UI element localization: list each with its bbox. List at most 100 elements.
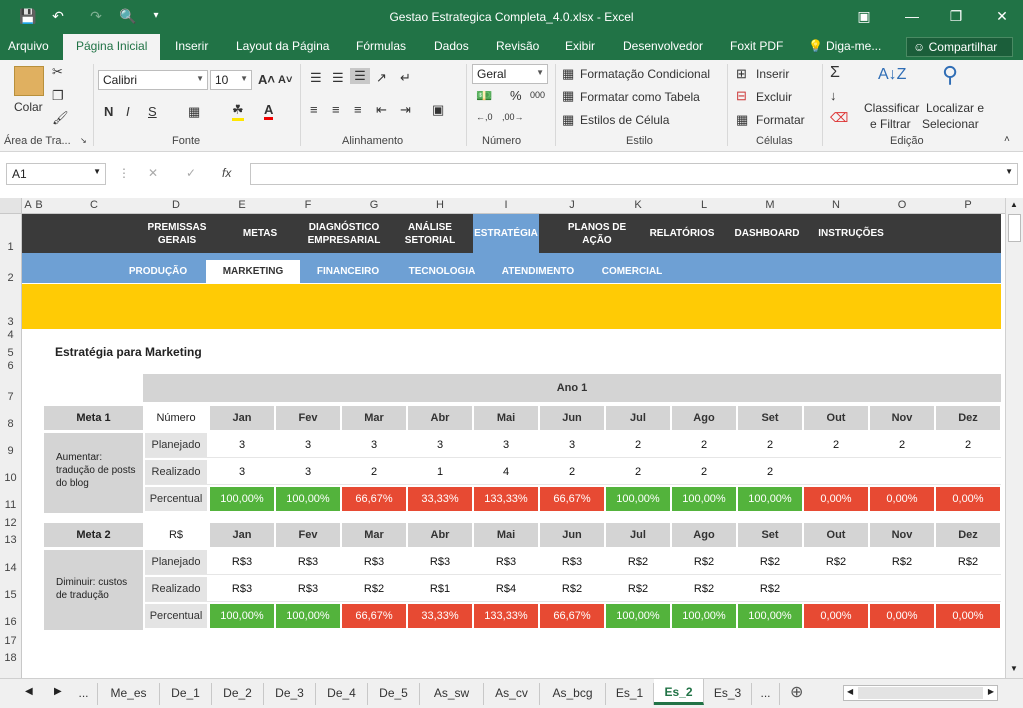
subnav-atendimento[interactable]: ATENDIMENTO — [496, 266, 580, 277]
format-table-button[interactable]: Formatar como Tabela — [580, 90, 700, 104]
borders-icon[interactable]: ▦ — [188, 104, 200, 120]
insert-button[interactable]: Inserir — [756, 67, 789, 81]
shrink-font-icon[interactable]: A˅ — [278, 74, 292, 86]
share-button[interactable]: ☺ Compartilhar — [906, 37, 1013, 57]
close-icon[interactable]: ✕ — [988, 4, 1016, 28]
bold-button[interactable]: N — [104, 104, 113, 119]
nav-estrategia[interactable]: ESTRATÉGIA — [473, 214, 539, 253]
subnav-producao[interactable]: PRODUÇÃO — [122, 266, 194, 277]
prev-sheet-icon[interactable]: ◀ — [25, 686, 33, 697]
sheet-tab[interactable]: ... — [70, 683, 98, 705]
increase-decimal-icon[interactable]: ←,0 — [476, 112, 493, 122]
row-header[interactable]: 16 — [0, 616, 21, 628]
align-center-icon[interactable]: ≡ — [332, 102, 340, 117]
name-box[interactable]: A1 ▼ — [6, 163, 106, 185]
clear-icon[interactable]: ⌫ — [830, 110, 848, 126]
nav-diagnostico[interactable]: DIAGNÓSTICO EMPRESARIAL — [305, 221, 383, 247]
col-header[interactable]: N — [803, 199, 869, 211]
next-sheet-icon[interactable]: ▶ — [54, 686, 62, 697]
col-header[interactable]: L — [671, 199, 737, 211]
row-header[interactable]: 11 — [0, 499, 21, 511]
sheet-tab[interactable]: As_sw — [420, 683, 484, 705]
sheet-tab[interactable]: As_bcg — [540, 683, 606, 705]
sheet-tab[interactable]: De_2 — [212, 683, 264, 705]
row-header[interactable]: 2 — [0, 272, 21, 284]
cut-icon[interactable]: ✂ — [52, 64, 63, 80]
dialog-launcher-icon[interactable]: ↘ — [80, 136, 87, 145]
nav-relatorios[interactable]: RELATÓRIOS — [647, 227, 717, 240]
nav-premissas[interactable]: PREMISSAS GERAIS — [145, 221, 209, 247]
nav-planos[interactable]: PLANOS DE AÇÃO — [565, 221, 629, 247]
font-size-select[interactable]: 10 ▼ — [210, 70, 252, 90]
align-middle-icon[interactable]: ☰ — [332, 70, 344, 86]
delete-button[interactable]: Excluir — [756, 90, 792, 104]
row-header[interactable]: 12 — [0, 517, 21, 529]
col-header[interactable]: M — [737, 199, 803, 211]
scroll-thumb[interactable] — [1008, 214, 1021, 242]
sheet-tab[interactable]: De_3 — [264, 683, 316, 705]
find-label-1[interactable]: Localizar e — [926, 101, 984, 115]
sheet-tab[interactable]: As_cv — [484, 683, 540, 705]
sheet-tab[interactable]: Es_3 — [704, 683, 752, 705]
row-header[interactable]: 6 — [0, 360, 21, 372]
col-header[interactable]: I — [473, 199, 539, 211]
nav-instrucoes[interactable]: INSTRUÇÕES — [816, 227, 886, 240]
tab-dados[interactable]: Dados — [434, 39, 469, 53]
scroll-left-icon[interactable]: ◀ — [847, 687, 853, 696]
horizontal-scrollbar[interactable]: ◀ ▶ — [843, 685, 998, 701]
col-header[interactable]: D — [143, 199, 209, 211]
copy-icon[interactable]: ❐ — [52, 88, 64, 104]
tab-desenvolvedor[interactable]: Desenvolvedor — [623, 39, 703, 53]
format-button[interactable]: Formatar — [756, 113, 805, 127]
tab-formulas[interactable]: Fórmulas — [356, 39, 406, 53]
row-header[interactable]: 13 — [0, 534, 21, 546]
row-header[interactable]: 7 — [0, 391, 21, 403]
tab-inserir[interactable]: Inserir — [175, 39, 208, 53]
decrease-indent-icon[interactable]: ⇤ — [376, 102, 387, 118]
tab-foxit[interactable]: Foxit PDF — [730, 39, 783, 53]
col-header[interactable]: F — [275, 199, 341, 211]
row-header[interactable]: 18 — [0, 652, 21, 664]
align-right-icon[interactable]: ≡ — [354, 102, 362, 117]
number-format-select[interactable]: Geral ▼ — [472, 64, 548, 84]
grow-font-icon[interactable]: A˄ — [258, 72, 275, 87]
conditional-format-button[interactable]: Formatação Condicional — [580, 67, 710, 81]
sheet-tab[interactable]: Me_es — [98, 683, 160, 705]
col-header[interactable]: A — [23, 199, 33, 211]
percent-icon[interactable]: % — [510, 88, 522, 103]
tab-revisao[interactable]: Revisão — [496, 39, 539, 53]
tab-layout[interactable]: Layout da Página — [236, 39, 329, 53]
col-header[interactable]: C — [45, 199, 143, 211]
scroll-down-icon[interactable]: ▼ — [1010, 664, 1018, 673]
row-header[interactable]: 3 — [0, 316, 21, 328]
hscroll-thumb[interactable] — [858, 687, 983, 699]
row-header[interactable]: 17 — [0, 635, 21, 647]
underline-button[interactable]: S — [148, 104, 157, 119]
col-header[interactable]: J — [539, 199, 605, 211]
ribbon-display-icon[interactable]: ▣ — [850, 4, 878, 28]
enter-icon[interactable]: ✓ — [186, 166, 196, 180]
row-header[interactable]: 4 — [0, 329, 21, 341]
comma-style-icon[interactable]: 000 — [530, 90, 545, 100]
wrap-text-icon[interactable]: ↵ — [400, 70, 411, 86]
tab-pagina-inicial[interactable]: Página Inicial — [63, 34, 161, 60]
sheet-tab[interactable]: De_1 — [160, 683, 212, 705]
col-header[interactable]: H — [407, 199, 473, 211]
subnav-financeiro[interactable]: FINANCEIRO — [312, 266, 384, 277]
sheet-tab[interactable]: Es_2 — [654, 679, 704, 705]
insert-function-button[interactable]: fx — [222, 166, 231, 180]
maximize-icon[interactable]: ❐ — [942, 4, 970, 28]
row-header[interactable]: 9 — [0, 445, 21, 457]
italic-button[interactable]: I — [126, 104, 130, 119]
col-header[interactable]: P — [935, 199, 1001, 211]
drag-handle-icon[interactable]: ⋮ — [118, 166, 130, 180]
col-header[interactable]: K — [605, 199, 671, 211]
font-color-icon[interactable]: A — [264, 102, 274, 120]
col-header[interactable]: E — [209, 199, 275, 211]
cancel-icon[interactable]: ✕ — [148, 166, 158, 180]
tab-exibir[interactable]: Exibir — [565, 39, 595, 53]
paste-button[interactable]: Colar — [14, 100, 43, 114]
sheet-tab[interactable]: ... — [752, 683, 780, 705]
subnav-comercial[interactable]: COMERCIAL — [594, 266, 670, 277]
cell-styles-button[interactable]: Estilos de Célula — [580, 113, 669, 127]
